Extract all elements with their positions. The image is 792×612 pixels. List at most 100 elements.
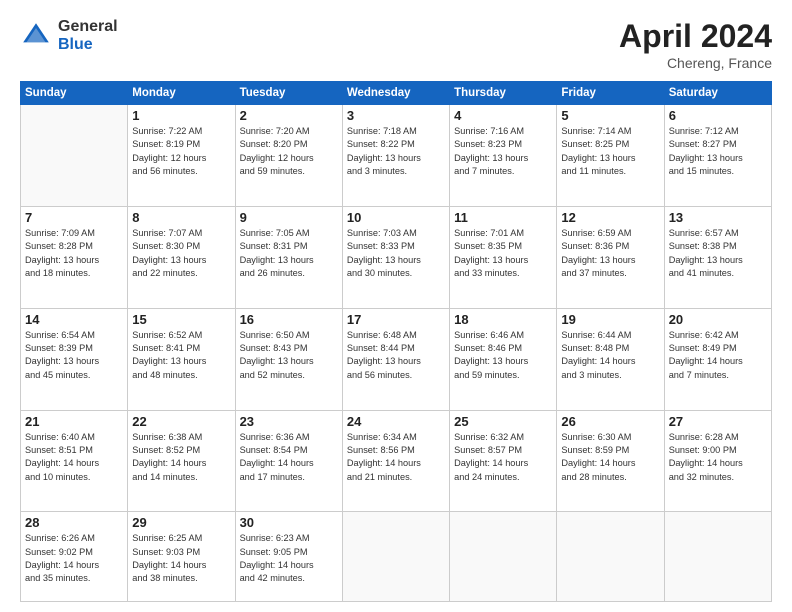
day-number: 19 [561, 312, 659, 327]
day-info: Sunrise: 7:12 AMSunset: 8:27 PMDaylight:… [669, 125, 767, 178]
day-number: 20 [669, 312, 767, 327]
day-info: Sunrise: 7:14 AMSunset: 8:25 PMDaylight:… [561, 125, 659, 178]
calendar-cell [557, 512, 664, 602]
day-number: 4 [454, 108, 552, 123]
day-number: 8 [132, 210, 230, 225]
day-info: Sunrise: 7:03 AMSunset: 8:33 PMDaylight:… [347, 227, 445, 280]
logo-blue-text: Blue [58, 36, 118, 54]
calendar-header: SundayMondayTuesdayWednesdayThursdayFrid… [21, 82, 772, 105]
calendar-cell [664, 512, 771, 602]
day-number: 14 [25, 312, 123, 327]
day-number: 30 [240, 515, 338, 530]
day-info: Sunrise: 6:48 AMSunset: 8:44 PMDaylight:… [347, 329, 445, 382]
day-info: Sunrise: 6:36 AMSunset: 8:54 PMDaylight:… [240, 431, 338, 484]
day-number: 2 [240, 108, 338, 123]
calendar-cell: 3Sunrise: 7:18 AMSunset: 8:22 PMDaylight… [342, 105, 449, 207]
calendar-cell: 28 Sunrise: 6:26 AMSunset: 9:02 PMDayligh… [21, 512, 128, 602]
day-info: Sunrise: 6:57 AMSunset: 8:38 PMDaylight:… [669, 227, 767, 280]
calendar-cell: 24Sunrise: 6:34 AMSunset: 8:56 PMDayligh… [342, 410, 449, 512]
calendar-cell: 22Sunrise: 6:38 AMSunset: 8:52 PMDayligh… [128, 410, 235, 512]
weekday-header-thursday: Thursday [450, 82, 557, 105]
day-number: 7 [25, 210, 123, 225]
calendar-cell: 5 Sunrise: 7:14 AMSunset: 8:25 PMDaylight… [557, 105, 664, 207]
day-info: Sunrise: 6:32 AMSunset: 8:57 PMDaylight:… [454, 431, 552, 484]
calendar-cell: 19 Sunrise: 6:44 AMSunset: 8:48 PMDayligh… [557, 308, 664, 410]
calendar-cell: 26 Sunrise: 6:30 AMSunset: 8:59 PMDayligh… [557, 410, 664, 512]
day-number: 29 [132, 515, 230, 530]
day-number: 3 [347, 108, 445, 123]
calendar-cell: 4 Sunrise: 7:16 AMSunset: 8:23 PMDaylight… [450, 105, 557, 207]
day-info: Sunrise: 6:52 AMSunset: 8:41 PMDaylight:… [132, 329, 230, 382]
calendar-cell: 13 Sunrise: 6:57 AMSunset: 8:38 PMDayligh… [664, 206, 771, 308]
weekday-header-monday: Monday [128, 82, 235, 105]
day-info: Sunrise: 6:34 AMSunset: 8:56 PMDaylight:… [347, 431, 445, 484]
day-number: 12 [561, 210, 659, 225]
weekday-header-tuesday: Tuesday [235, 82, 342, 105]
day-number: 21 [25, 414, 123, 429]
weekday-header-sunday: Sunday [21, 82, 128, 105]
day-info: Sunrise: 6:50 AMSunset: 8:43 PMDaylight:… [240, 329, 338, 382]
day-info: Sunrise: 7:16 AMSunset: 8:23 PMDaylight:… [454, 125, 552, 178]
calendar-body: 1 Sunrise: 7:22 AMSunset: 8:19 PMDaylight… [21, 105, 772, 602]
calendar-cell [450, 512, 557, 602]
day-info: Sunrise: 6:59 AMSunset: 8:36 PMDaylight:… [561, 227, 659, 280]
day-info: Sunrise: 7:20 AMSunset: 8:20 PMDaylight:… [240, 125, 338, 178]
calendar-cell: 27 Sunrise: 6:28 AMSunset: 9:00 PMDayligh… [664, 410, 771, 512]
day-number: 18 [454, 312, 552, 327]
day-info: Sunrise: 6:25 AMSunset: 9:03 PMDaylight:… [132, 532, 230, 585]
calendar-cell: 7 Sunrise: 7:09 AMSunset: 8:28 PMDaylight… [21, 206, 128, 308]
day-info: Sunrise: 7:22 AMSunset: 8:19 PMDaylight:… [132, 125, 230, 178]
day-number: 17 [347, 312, 445, 327]
day-info: Sunrise: 6:44 AMSunset: 8:48 PMDaylight:… [561, 329, 659, 382]
calendar-cell: 30Sunrise: 6:23 AMSunset: 9:05 PMDayligh… [235, 512, 342, 602]
day-info: Sunrise: 6:40 AMSunset: 8:51 PMDaylight:… [25, 431, 123, 484]
calendar-cell: 18Sunrise: 6:46 AMSunset: 8:46 PMDayligh… [450, 308, 557, 410]
day-number: 9 [240, 210, 338, 225]
title-month: April 2024 [619, 18, 772, 55]
day-info: Sunrise: 6:42 AMSunset: 8:49 PMDaylight:… [669, 329, 767, 382]
calendar-cell: 9 Sunrise: 7:05 AMSunset: 8:31 PMDaylight… [235, 206, 342, 308]
calendar-cell: 14Sunrise: 6:54 AMSunset: 8:39 PMDayligh… [21, 308, 128, 410]
calendar-cell [342, 512, 449, 602]
day-number: 15 [132, 312, 230, 327]
page: General Blue April 2024 Chereng, France … [0, 0, 792, 612]
day-info: Sunrise: 6:28 AMSunset: 9:00 PMDaylight:… [669, 431, 767, 484]
day-number: 5 [561, 108, 659, 123]
week-row-4: 21 Sunrise: 6:40 AMSunset: 8:51 PMDayligh… [21, 410, 772, 512]
day-number: 27 [669, 414, 767, 429]
logo-general-text: General [58, 18, 118, 36]
calendar-cell: 11 Sunrise: 7:01 AMSunset: 8:35 PMDayligh… [450, 206, 557, 308]
day-info: Sunrise: 7:09 AMSunset: 8:28 PMDaylight:… [25, 227, 123, 280]
calendar-table: SundayMondayTuesdayWednesdayThursdayFrid… [20, 81, 772, 602]
calendar-cell: 12 Sunrise: 6:59 AMSunset: 8:36 PMDayligh… [557, 206, 664, 308]
title-location: Chereng, France [619, 55, 772, 71]
logo: General Blue [20, 18, 118, 53]
day-number: 1 [132, 108, 230, 123]
week-row-5: 28 Sunrise: 6:26 AMSunset: 9:02 PMDayligh… [21, 512, 772, 602]
calendar-cell: 6Sunrise: 7:12 AMSunset: 8:27 PMDaylight… [664, 105, 771, 207]
day-number: 28 [25, 515, 123, 530]
calendar-cell: 8Sunrise: 7:07 AMSunset: 8:30 PMDaylight… [128, 206, 235, 308]
week-row-1: 1 Sunrise: 7:22 AMSunset: 8:19 PMDaylight… [21, 105, 772, 207]
day-number: 26 [561, 414, 659, 429]
day-number: 13 [669, 210, 767, 225]
day-number: 11 [454, 210, 552, 225]
logo-text: General Blue [58, 18, 118, 53]
day-info: Sunrise: 6:26 AMSunset: 9:02 PMDaylight:… [25, 532, 123, 585]
day-info: Sunrise: 7:01 AMSunset: 8:35 PMDaylight:… [454, 227, 552, 280]
calendar-cell: 25Sunrise: 6:32 AMSunset: 8:57 PMDayligh… [450, 410, 557, 512]
calendar-cell: 29 Sunrise: 6:25 AMSunset: 9:03 PMDayligh… [128, 512, 235, 602]
title-block: April 2024 Chereng, France [619, 18, 772, 71]
calendar-cell: 2 Sunrise: 7:20 AMSunset: 8:20 PMDaylight… [235, 105, 342, 207]
calendar-cell: 1 Sunrise: 7:22 AMSunset: 8:19 PMDaylight… [128, 105, 235, 207]
day-number: 23 [240, 414, 338, 429]
weekday-header-friday: Friday [557, 82, 664, 105]
day-info: Sunrise: 7:05 AMSunset: 8:31 PMDaylight:… [240, 227, 338, 280]
calendar-cell: 17 Sunrise: 6:48 AMSunset: 8:44 PMDayligh… [342, 308, 449, 410]
calendar-cell: 23 Sunrise: 6:36 AMSunset: 8:54 PMDayligh… [235, 410, 342, 512]
calendar-cell: 21 Sunrise: 6:40 AMSunset: 8:51 PMDayligh… [21, 410, 128, 512]
calendar-cell: 10Sunrise: 7:03 AMSunset: 8:33 PMDayligh… [342, 206, 449, 308]
logo-icon [20, 20, 52, 52]
calendar-cell: 20 Sunrise: 6:42 AMSunset: 8:49 PMDayligh… [664, 308, 771, 410]
day-info: Sunrise: 6:30 AMSunset: 8:59 PMDaylight:… [561, 431, 659, 484]
